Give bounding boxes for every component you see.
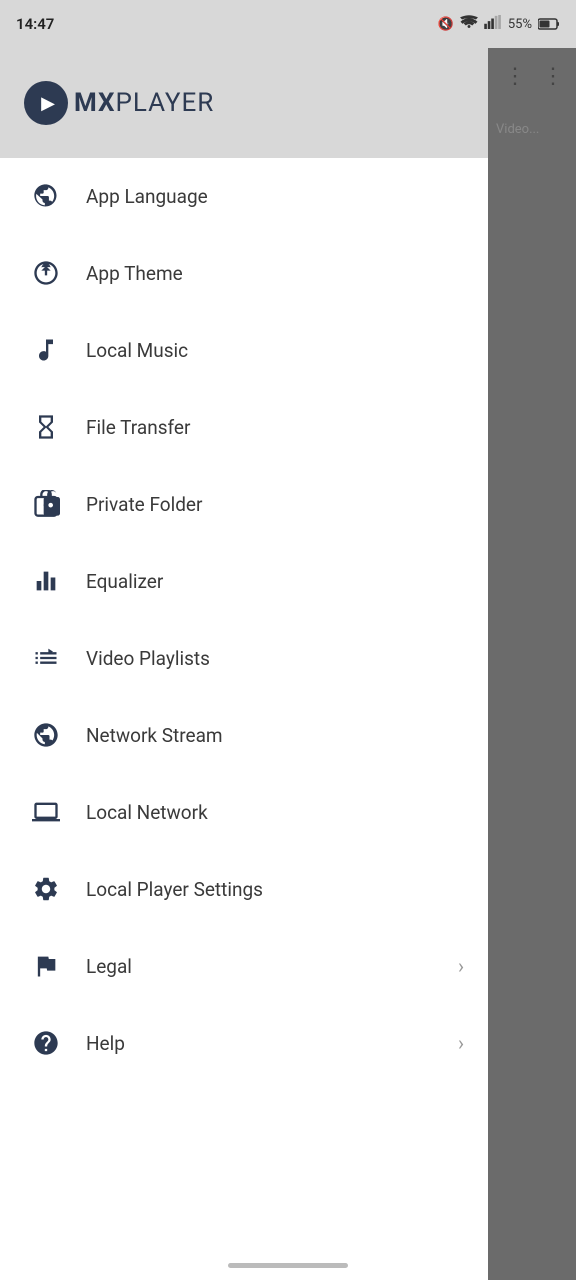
wifi-icon [460,15,478,33]
local-music-label: Local Music [86,339,464,362]
file-transfer-icon [24,405,68,449]
logo-container: MXPLAYER [24,81,214,125]
legal-chevron-icon: › [458,954,464,978]
legal-label: Legal [86,955,458,978]
flag-icon [24,944,68,988]
mute-icon: 🔇 [438,17,454,32]
menu-item-local-music[interactable]: Local Music [0,312,488,389]
network-stream-label: Network Stream [86,724,464,747]
app-theme-label: App Theme [86,262,464,285]
theme-icon [24,251,68,295]
menu-item-app-language[interactable]: App Language [0,158,488,235]
equalizer-label: Equalizer [86,570,464,593]
local-player-settings-label: Local Player Settings [86,878,464,901]
lock-icon [24,482,68,526]
menu-item-video-playlists[interactable]: Video Playlists [0,620,488,697]
menu-item-legal[interactable]: Legal › [0,928,488,1005]
settings-icon [24,867,68,911]
private-folder-label: Private Folder [86,493,464,516]
language-icon [24,174,68,218]
battery-indicator: 55% [508,17,532,32]
menu-item-help[interactable]: Help › [0,1005,488,1082]
video-hint-text: Video... [496,122,539,137]
menu-item-private-folder[interactable]: Private Folder [0,466,488,543]
globe-icon [24,713,68,757]
status-bar: 14:47 🔇 55% [0,0,576,48]
help-chevron-icon: › [458,1031,464,1055]
gesture-indicator [228,1263,348,1268]
app-language-label: App Language [86,185,464,208]
local-network-label: Local Network [86,801,464,824]
video-playlists-label: Video Playlists [86,647,464,670]
app-logo-text: MXPLAYER [74,88,214,118]
overflow-dots-icon-2: ⋮ [542,64,564,89]
help-label: Help [86,1032,458,1055]
mx-logo-icon [24,81,68,125]
music-icon [24,328,68,372]
help-icon [24,1021,68,1065]
menu-item-network-stream[interactable]: Network Stream [0,697,488,774]
menu-item-equalizer[interactable]: Equalizer [0,543,488,620]
overflow-dots-icon: ⋮ [504,64,526,89]
monitor-icon [24,790,68,834]
status-icons: 🔇 55% [438,15,560,34]
menu-list: App Language App Theme Local Music File … [0,158,488,1280]
menu-item-file-transfer[interactable]: File Transfer [0,389,488,466]
menu-item-local-player-settings[interactable]: Local Player Settings [0,851,488,928]
navigation-drawer: MXPLAYER App Language App Theme Local Mu… [0,48,488,1280]
menu-item-app-theme[interactable]: App Theme [0,235,488,312]
battery-icon [538,15,560,34]
background-video-hint: Video... [488,104,576,154]
background-top-icons: ⋮ ⋮ [488,48,576,104]
menu-item-local-network[interactable]: Local Network [0,774,488,851]
status-time: 14:47 [16,15,54,33]
playlist-icon [24,636,68,680]
file-transfer-label: File Transfer [86,416,464,439]
equalizer-icon [24,559,68,603]
signal-icon [484,15,502,33]
drawer-header: MXPLAYER [0,48,488,158]
